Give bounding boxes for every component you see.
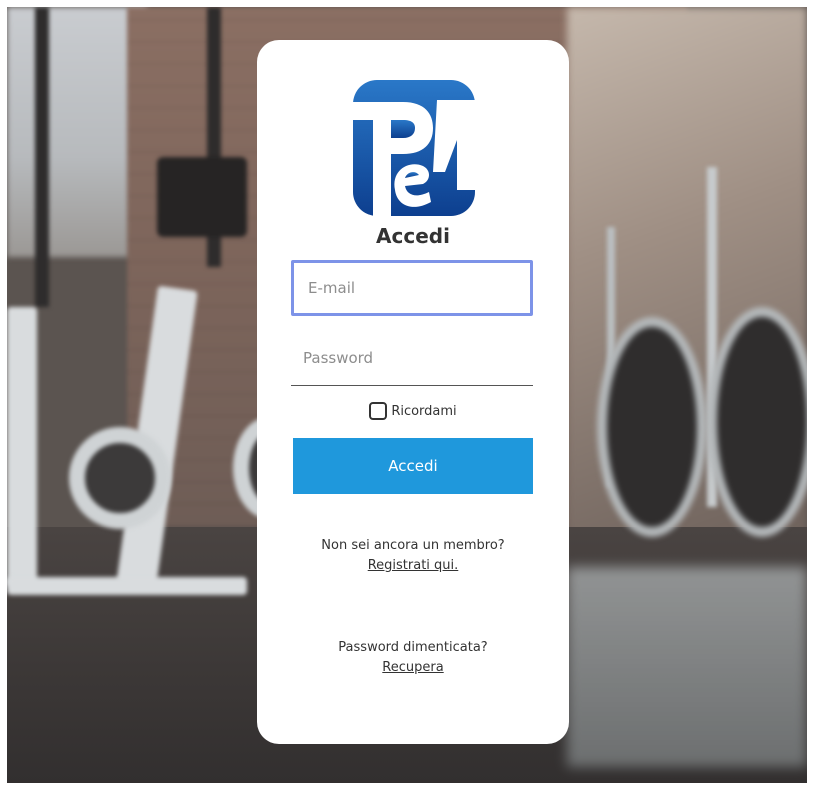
login-button[interactable]: Accedi xyxy=(293,438,533,494)
remember-me[interactable]: Ricordami xyxy=(257,402,569,420)
signup-prompt: Non sei ancora un membro? xyxy=(321,538,505,553)
recovery-note: Password dimenticata? Recupera xyxy=(257,638,569,678)
login-card: Accedi Ricordami Accedi Non sei ancora u… xyxy=(257,40,569,744)
remember-checkbox[interactable] xyxy=(369,402,388,420)
email-input[interactable] xyxy=(291,260,533,316)
pem-logo-icon xyxy=(353,80,475,216)
signup-note: Non sei ancora un membro? Registrati qui… xyxy=(257,536,569,576)
password-input[interactable] xyxy=(291,330,533,386)
signup-link[interactable]: Registrati qui. xyxy=(368,558,459,573)
page-title: Accedi xyxy=(376,224,450,248)
recovery-link[interactable]: Recupera xyxy=(382,660,443,675)
page-frame: Accedi Ricordami Accedi Non sei ancora u… xyxy=(7,7,807,783)
recovery-prompt: Password dimenticata? xyxy=(338,640,488,655)
remember-label: Ricordami xyxy=(391,403,457,419)
